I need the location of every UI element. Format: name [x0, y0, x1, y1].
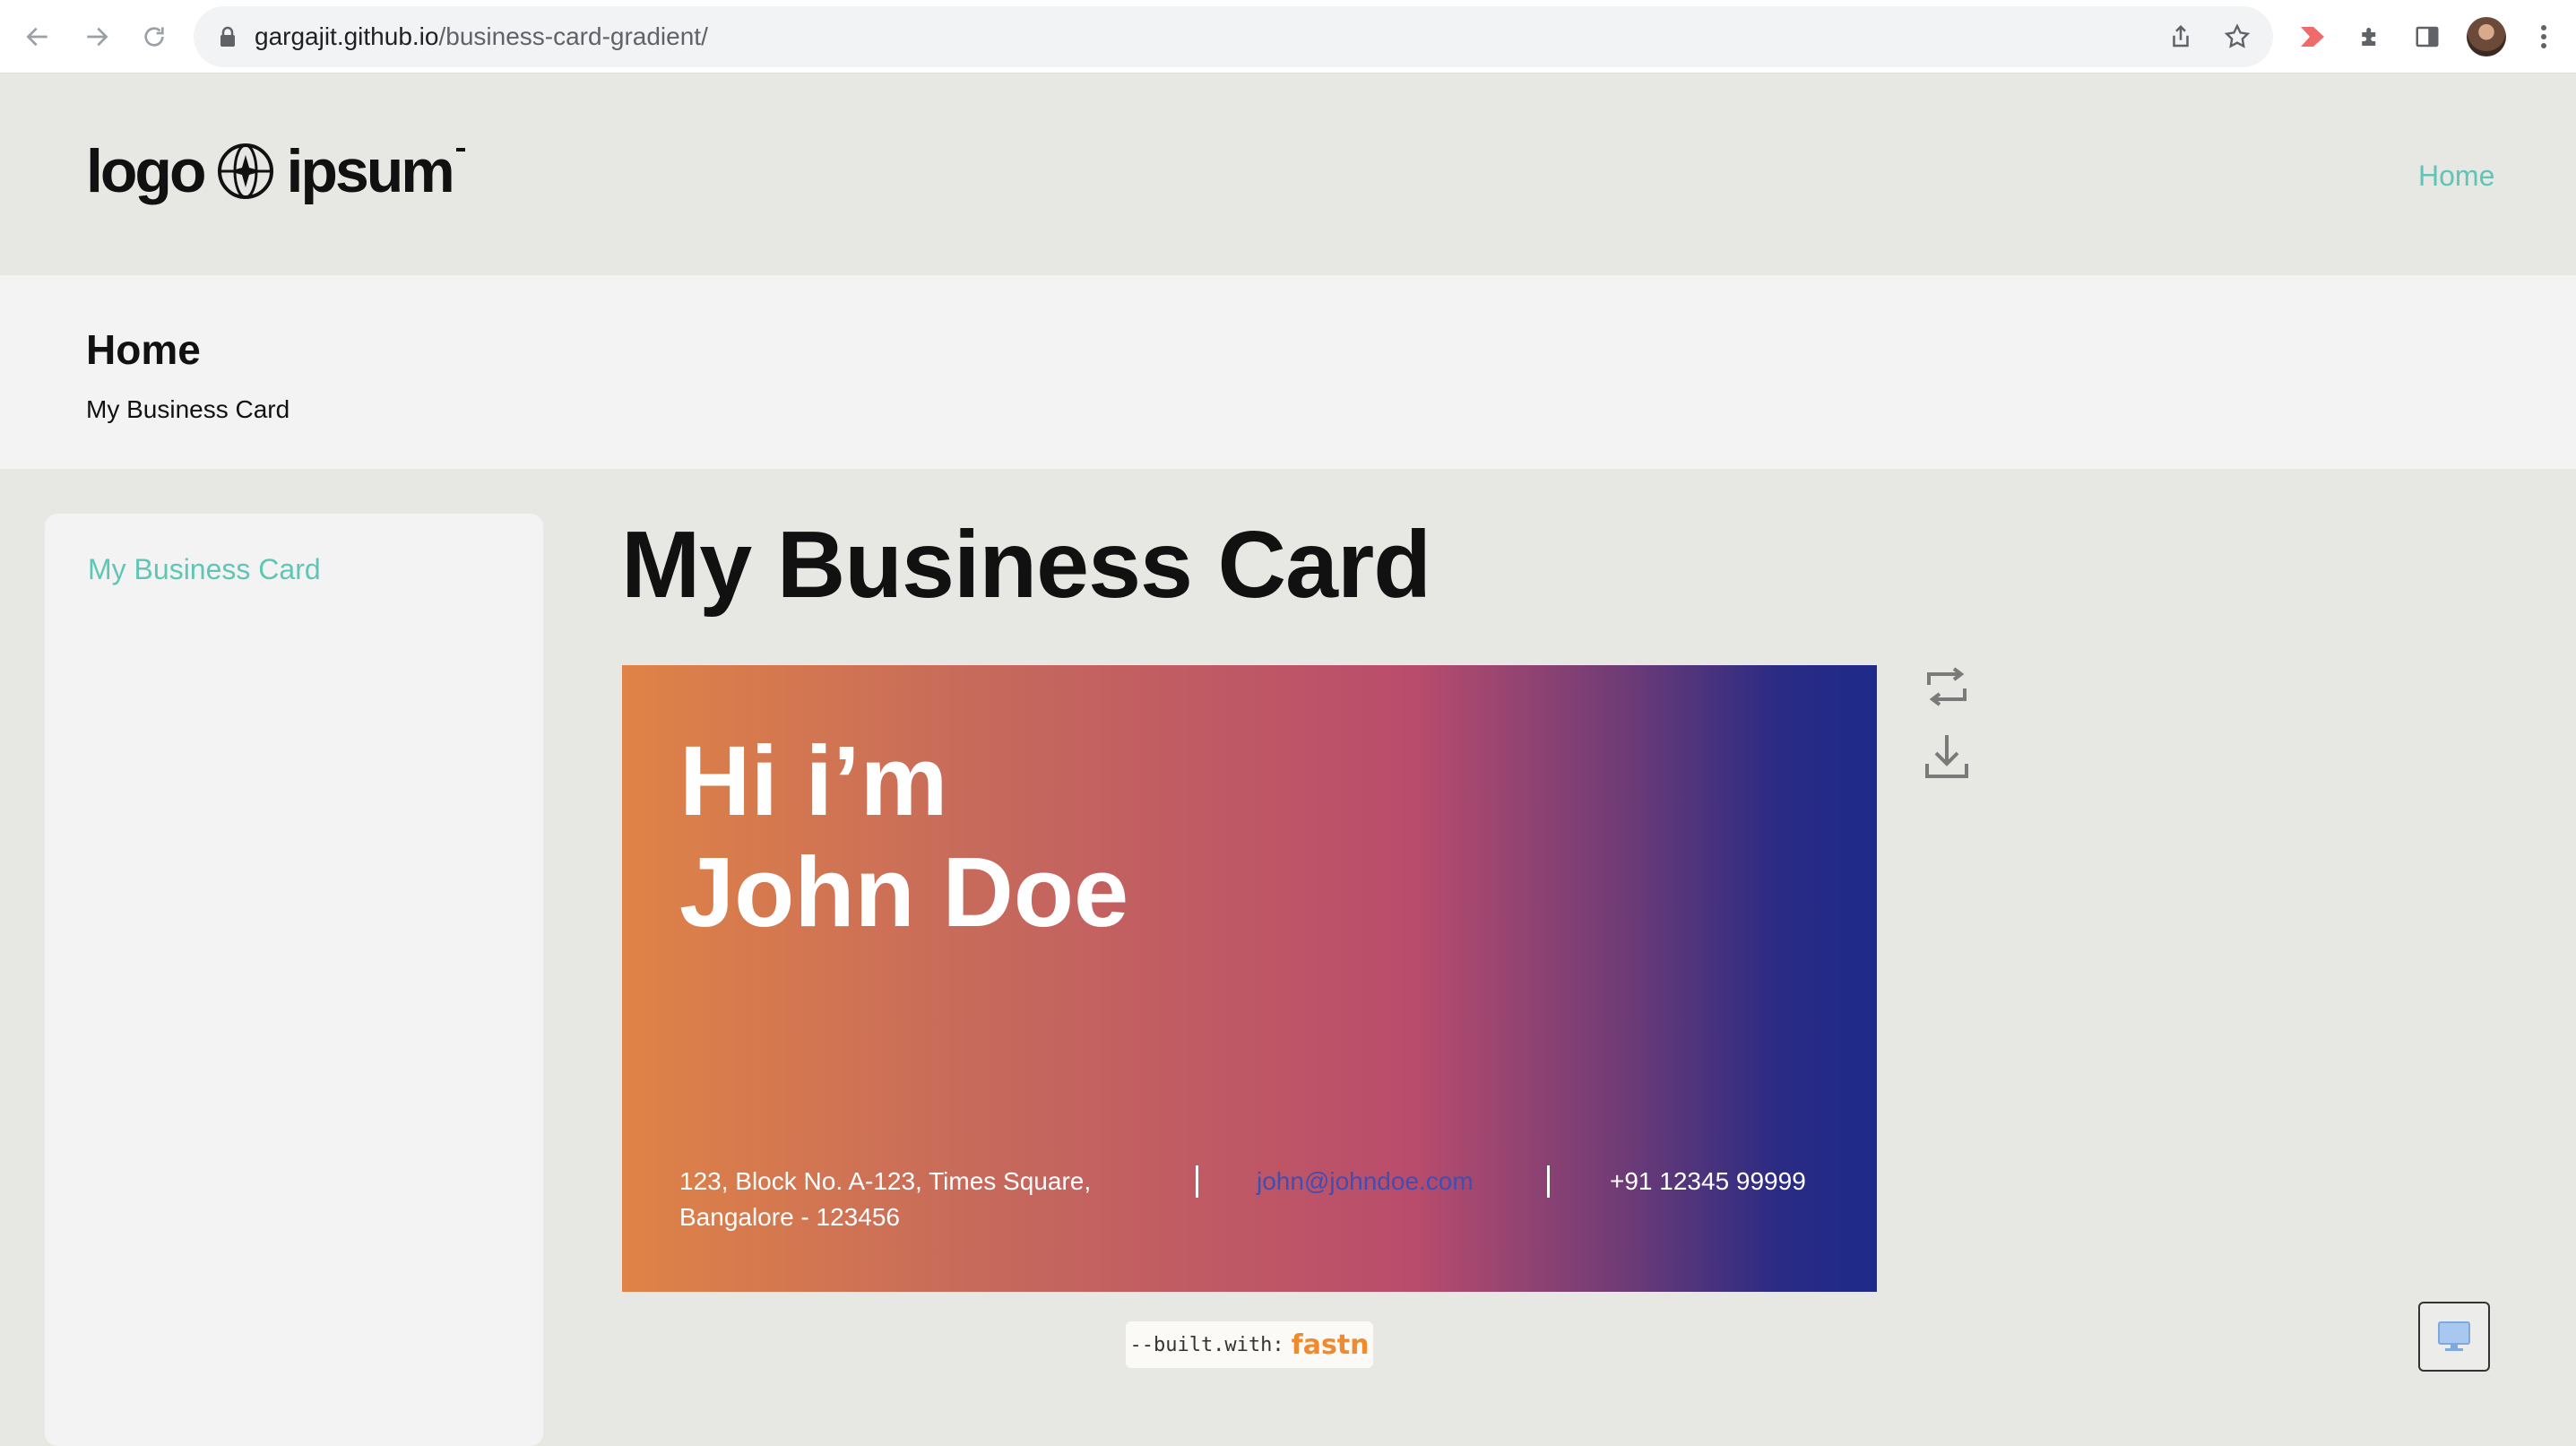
site-header: logo ipsum Home — [0, 74, 2576, 275]
card-phone: +91 12345 99999 — [1610, 1167, 1806, 1195]
card-greeting: Hi i’m — [679, 726, 948, 836]
extension-record-icon[interactable] — [2295, 19, 2330, 55]
reload-icon[interactable] — [136, 19, 172, 55]
nav-home-link[interactable]: Home — [2418, 160, 2494, 193]
breadcrumb-title[interactable]: Home — [86, 325, 201, 374]
url-text: gargajit.github.io/business-card-gradien… — [255, 22, 708, 50]
built-with-fastn-badge[interactable]: --built.with: fastn — [1126, 1321, 1373, 1368]
card-email-link[interactable]: john@johndoe.com — [1257, 1164, 1474, 1199]
card-divider — [1196, 1165, 1198, 1198]
device-toggle-button[interactable] — [2418, 1302, 2490, 1372]
business-card: Hi i’m John Doe 123, Block No. A-123, Ti… — [622, 665, 1877, 1292]
browser-menu-icon[interactable] — [2526, 19, 2562, 55]
page-title: My Business Card — [621, 512, 1431, 618]
site-logo[interactable]: logo ipsum — [86, 131, 465, 212]
extensions-puzzle-icon[interactable] — [2352, 19, 2388, 55]
sidebar-item-my-business-card[interactable]: My Business Card — [88, 553, 321, 586]
card-name: John Doe — [679, 837, 1129, 948]
sidebar: My Business Card — [45, 514, 543, 1446]
bookmark-star-icon[interactable] — [2223, 22, 2252, 56]
built-with-prefix: --built.with: — [1129, 1333, 1284, 1356]
logo-globe-icon — [217, 143, 273, 199]
forward-icon[interactable] — [79, 19, 115, 55]
download-icon[interactable] — [1922, 732, 1972, 782]
share-icon[interactable] — [2167, 22, 2194, 56]
flip-icon[interactable] — [1922, 662, 1972, 712]
address-bar[interactable]: gargajit.github.io/business-card-gradien… — [194, 6, 2273, 67]
card-divider — [1547, 1165, 1550, 1198]
breadcrumb: Home My Business Card — [0, 275, 2576, 469]
profile-avatar[interactable] — [2467, 17, 2506, 56]
logo-text-left: logo — [86, 137, 207, 205]
built-with-brand: fastn — [1291, 1329, 1370, 1361]
logo-text-right: ipsum — [286, 137, 455, 205]
browser-toolbar: gargajit.github.io/business-card-gradien… — [0, 0, 2576, 74]
card-address: 123, Block No. A-123, Times Square, Bang… — [679, 1164, 1091, 1235]
desktop-icon — [2438, 1321, 2470, 1351]
logo-mark — [455, 148, 465, 152]
card-address-line2: Bangalore - 123456 — [679, 1203, 900, 1231]
card-address-line1: 123, Block No. A-123, Times Square, — [679, 1167, 1092, 1195]
breadcrumb-current: My Business Card — [86, 395, 290, 423]
side-panel-icon[interactable] — [2409, 19, 2445, 55]
lock-icon — [219, 26, 237, 52]
back-icon[interactable] — [20, 19, 56, 55]
